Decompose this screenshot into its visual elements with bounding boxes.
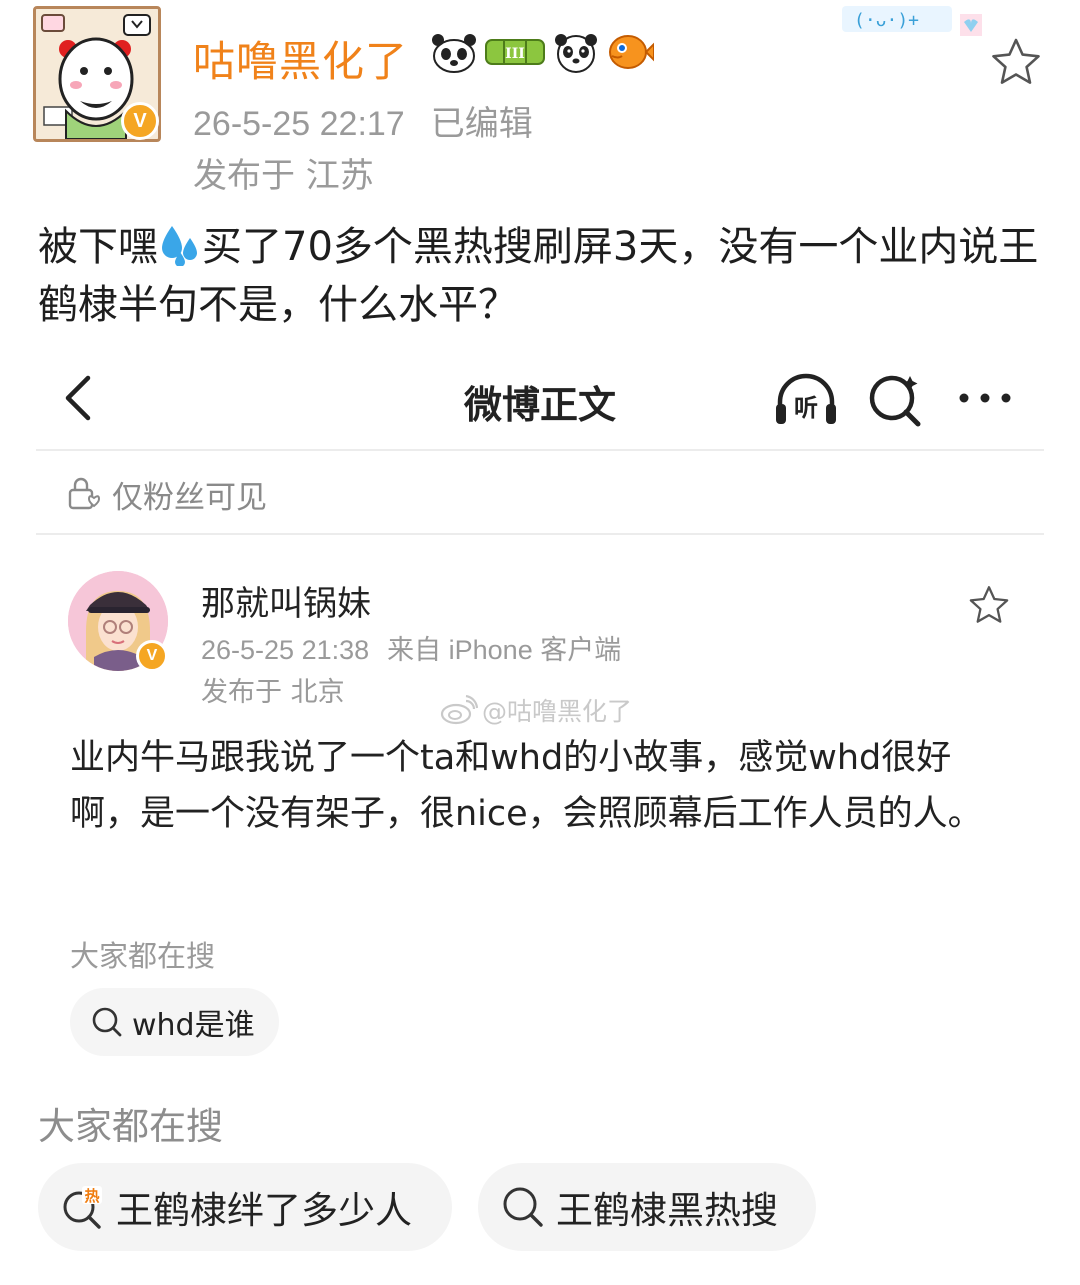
trending-label: 大家都在搜 bbox=[38, 1105, 223, 1148]
sweat-droplets-icon bbox=[162, 226, 197, 266]
fans-only-lock-icon bbox=[68, 477, 101, 510]
inner-author-name[interactable]: 那就叫锅妹 bbox=[201, 576, 371, 625]
user-badges: III bbox=[430, 28, 654, 76]
svg-text:III: III bbox=[505, 46, 525, 62]
inner-favorite-star-icon[interactable] bbox=[968, 584, 1010, 626]
panda-icon[interactable] bbox=[430, 30, 478, 74]
svg-text:(·ᴗ·)+: (·ᴗ·)+ bbox=[854, 10, 919, 31]
hot-search-icon: 热 bbox=[63, 1186, 102, 1229]
weibo-logo-icon bbox=[440, 695, 478, 725]
post-text-part-1: 被下嘿 bbox=[38, 224, 158, 270]
pufferfish-icon[interactable] bbox=[606, 30, 654, 74]
favorite-star-icon[interactable] bbox=[990, 36, 1042, 88]
inner-location: 发布于 北京 bbox=[201, 677, 345, 708]
watermark: @咕噜黑化了 bbox=[440, 690, 632, 730]
search-icon bbox=[503, 1187, 543, 1227]
visibility-label: 仅粉丝可见 bbox=[112, 479, 267, 516]
inner-source: 来自 iPhone 客户端 bbox=[387, 635, 622, 665]
search-icon bbox=[92, 1007, 122, 1037]
search-icon[interactable] bbox=[866, 370, 926, 428]
post-meta: 26-5-25 22:17 已编辑 bbox=[193, 96, 533, 145]
inner-timestamp: 26-5-25 21:38 bbox=[201, 635, 370, 665]
post-timestamp: 26-5-25 22:17 bbox=[193, 105, 405, 143]
svg-text:热: 热 bbox=[84, 1187, 99, 1205]
panda-face-icon[interactable] bbox=[552, 30, 600, 74]
pixel-decoration-icon: (·ᴗ·)+ bbox=[842, 6, 982, 36]
divider bbox=[36, 533, 1044, 535]
bamboo-level-badge[interactable]: III bbox=[484, 32, 546, 72]
post-text: 被下嘿 买了70多个黑热搜刷屏3天，没有一个业内说王鹤棣半句不是，什么水平？ bbox=[38, 218, 1048, 334]
trending-item-1-label: 王鹤棣绊了多少人 bbox=[116, 1189, 412, 1232]
listen-button[interactable]: 听 bbox=[772, 370, 840, 430]
listen-icon: 听 bbox=[794, 394, 818, 422]
trending-item-2-label: 王鹤棣黑热搜 bbox=[556, 1189, 778, 1232]
trending-pill-2[interactable]: 王鹤棣黑热搜 bbox=[478, 1163, 816, 1251]
inner-post-meta: 26-5-25 21:38 来自 iPhone 客户端 bbox=[201, 628, 621, 667]
inner-trending-pill[interactable]: whd是谁 bbox=[70, 988, 279, 1056]
trending-pill-1[interactable]: 热 王鹤棣绊了多少人 bbox=[38, 1163, 452, 1251]
visibility-row: 仅粉丝可见 bbox=[66, 472, 267, 516]
inner-trending-label: 大家都在搜 bbox=[70, 939, 216, 973]
watermark-text: @咕噜黑化了 bbox=[482, 697, 633, 726]
edited-label[interactable]: 已编辑 bbox=[431, 105, 533, 143]
inner-trending-label-text: whd是谁 bbox=[132, 1008, 255, 1043]
verified-badge: V bbox=[121, 102, 159, 140]
inner-post-text: 业内牛马跟我说了一个ta和whd的小故事，感觉whd很好啊，是一个没有架子，很n… bbox=[70, 738, 983, 834]
more-options-icon[interactable] bbox=[956, 380, 1014, 416]
post-location: 发布于 江苏 bbox=[193, 156, 374, 196]
inner-verified-badge: V bbox=[136, 640, 168, 672]
author-username[interactable]: 咕噜黑化了 bbox=[193, 28, 408, 89]
divider bbox=[36, 449, 1044, 451]
